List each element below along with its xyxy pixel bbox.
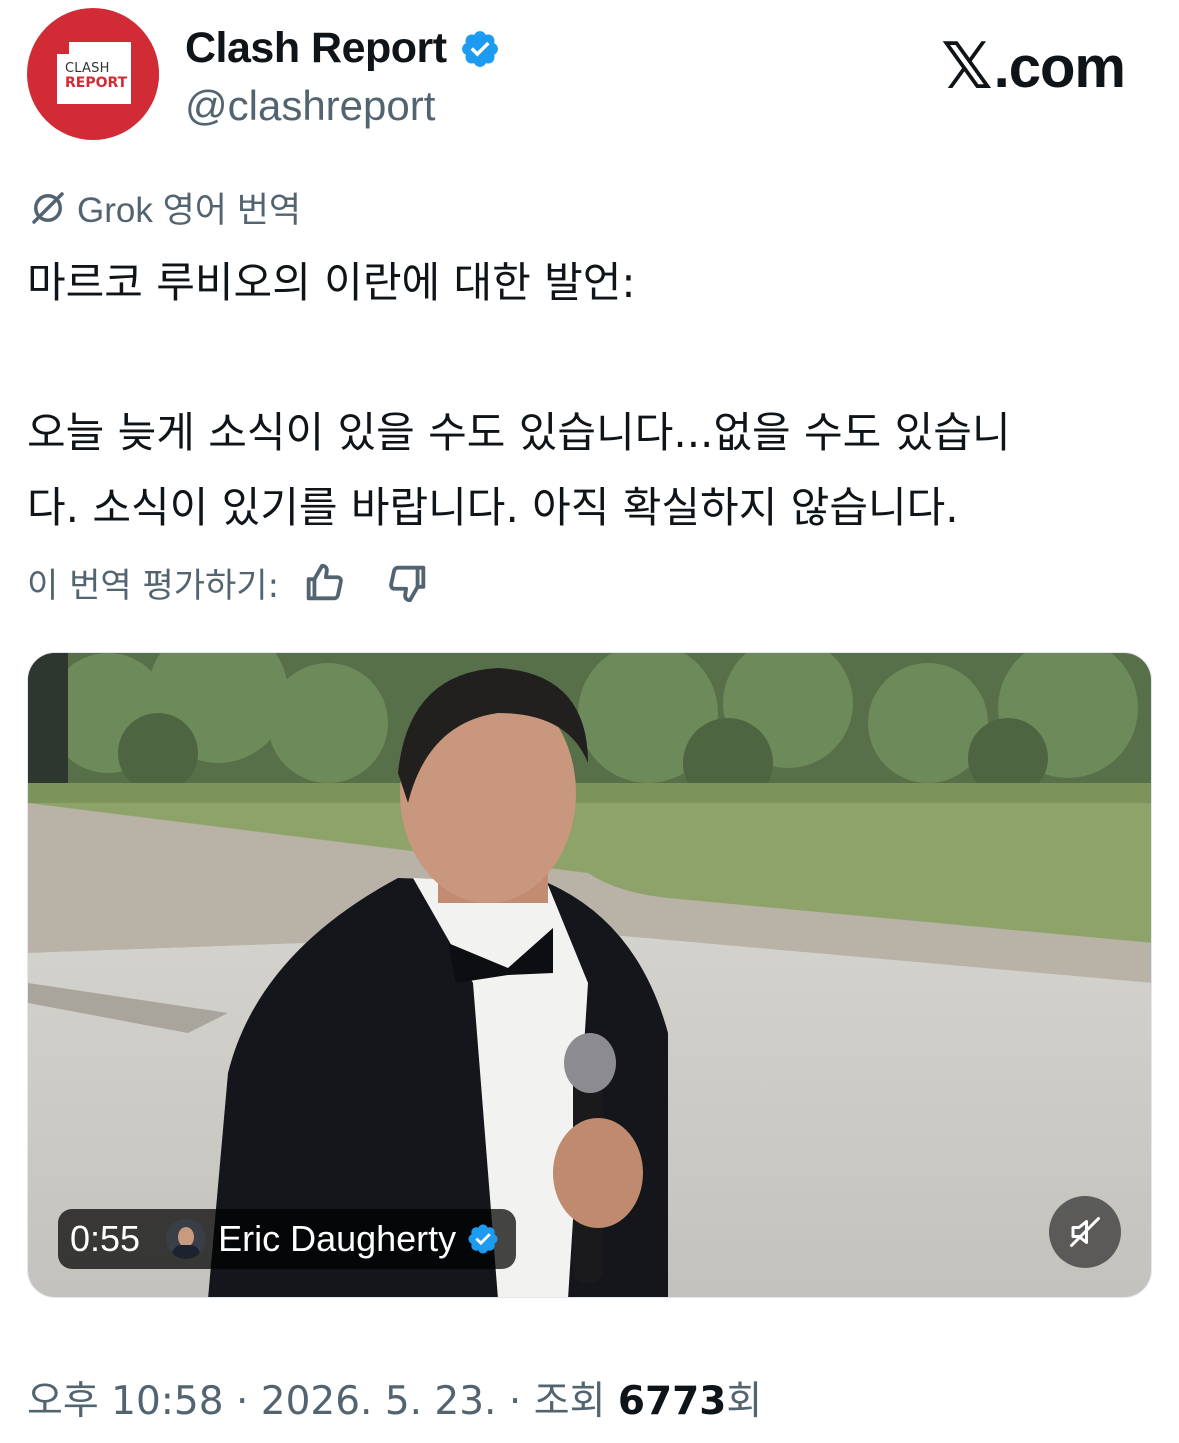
- separator: ·: [508, 1379, 522, 1424]
- author-display-name[interactable]: Clash Report: [185, 24, 447, 73]
- grok-icon: [32, 191, 64, 224]
- tweet-header: CLASH REPORT Clash Report @clashreport 𝕏…: [27, 8, 1152, 148]
- views-label: 조회: [533, 1379, 606, 1424]
- logo-text-clash: CLASH: [65, 61, 110, 76]
- views-suffix: 회: [726, 1379, 763, 1424]
- tweet-line-2: 오늘 늦게 소식이 있을 수도 있습니다...없을 수도 있습니: [27, 408, 1011, 457]
- video-player[interactable]: 0:55 Eric Daugherty: [27, 652, 1152, 1298]
- author-handle[interactable]: @clashreport: [185, 82, 435, 130]
- separator: ·: [235, 1379, 249, 1424]
- x-logo-icon: 𝕏: [941, 30, 993, 104]
- thumbs-up-icon[interactable]: [301, 560, 347, 606]
- grok-translation-text: Grok 영어 번역: [77, 191, 302, 230]
- author-name-row[interactable]: Clash Report: [185, 24, 501, 73]
- thumbs-down-icon[interactable]: [385, 560, 431, 606]
- x-com-label: 𝕏 .com: [941, 30, 1126, 104]
- speaker-muted-icon: [1070, 1217, 1100, 1247]
- x-com-text: .com: [993, 34, 1126, 100]
- credit-avatar: [166, 1219, 207, 1259]
- rate-translation-label: 이 번역 평가하기:: [27, 566, 280, 606]
- grok-translation-label[interactable]: Grok 영어 번역: [27, 182, 301, 233]
- tweet-date[interactable]: 2026. 5. 23.: [261, 1379, 497, 1424]
- mute-button[interactable]: [1049, 1196, 1121, 1268]
- tweet-time: 오후 10:58: [27, 1379, 224, 1424]
- tweet-line-3: 다. 소식이 있기를 바랍니다. 아직 확실하지 않습니다.: [27, 483, 959, 532]
- rate-translation: 이 번역 평가하기:: [27, 558, 431, 607]
- logo-text-report: REPORT: [65, 75, 128, 91]
- video-duration: 0:55: [70, 1218, 141, 1259]
- tweet-metadata: 오후 10:58 · 2026. 5. 23. · 조회 6773회: [27, 1370, 762, 1426]
- avatar[interactable]: CLASH REPORT: [27, 8, 159, 140]
- logo-box: CLASH REPORT: [57, 42, 131, 104]
- video-frame: [28, 653, 1151, 1297]
- video-credit-name[interactable]: Eric Daugherty: [218, 1218, 456, 1260]
- video-info-pill[interactable]: 0:55 Eric Daugherty: [58, 1209, 517, 1269]
- verified-badge-icon: [468, 1224, 498, 1254]
- tweet-line-1: 마르코 루비오의 이란에 대한 발언:: [27, 258, 636, 307]
- views-count: 6773: [617, 1379, 727, 1424]
- verified-badge-icon: [461, 30, 498, 67]
- tweet-text: 마르코 루비오의 이란에 대한 발언: 오늘 늦게 소식이 있을 수도 있습니다…: [27, 245, 1152, 545]
